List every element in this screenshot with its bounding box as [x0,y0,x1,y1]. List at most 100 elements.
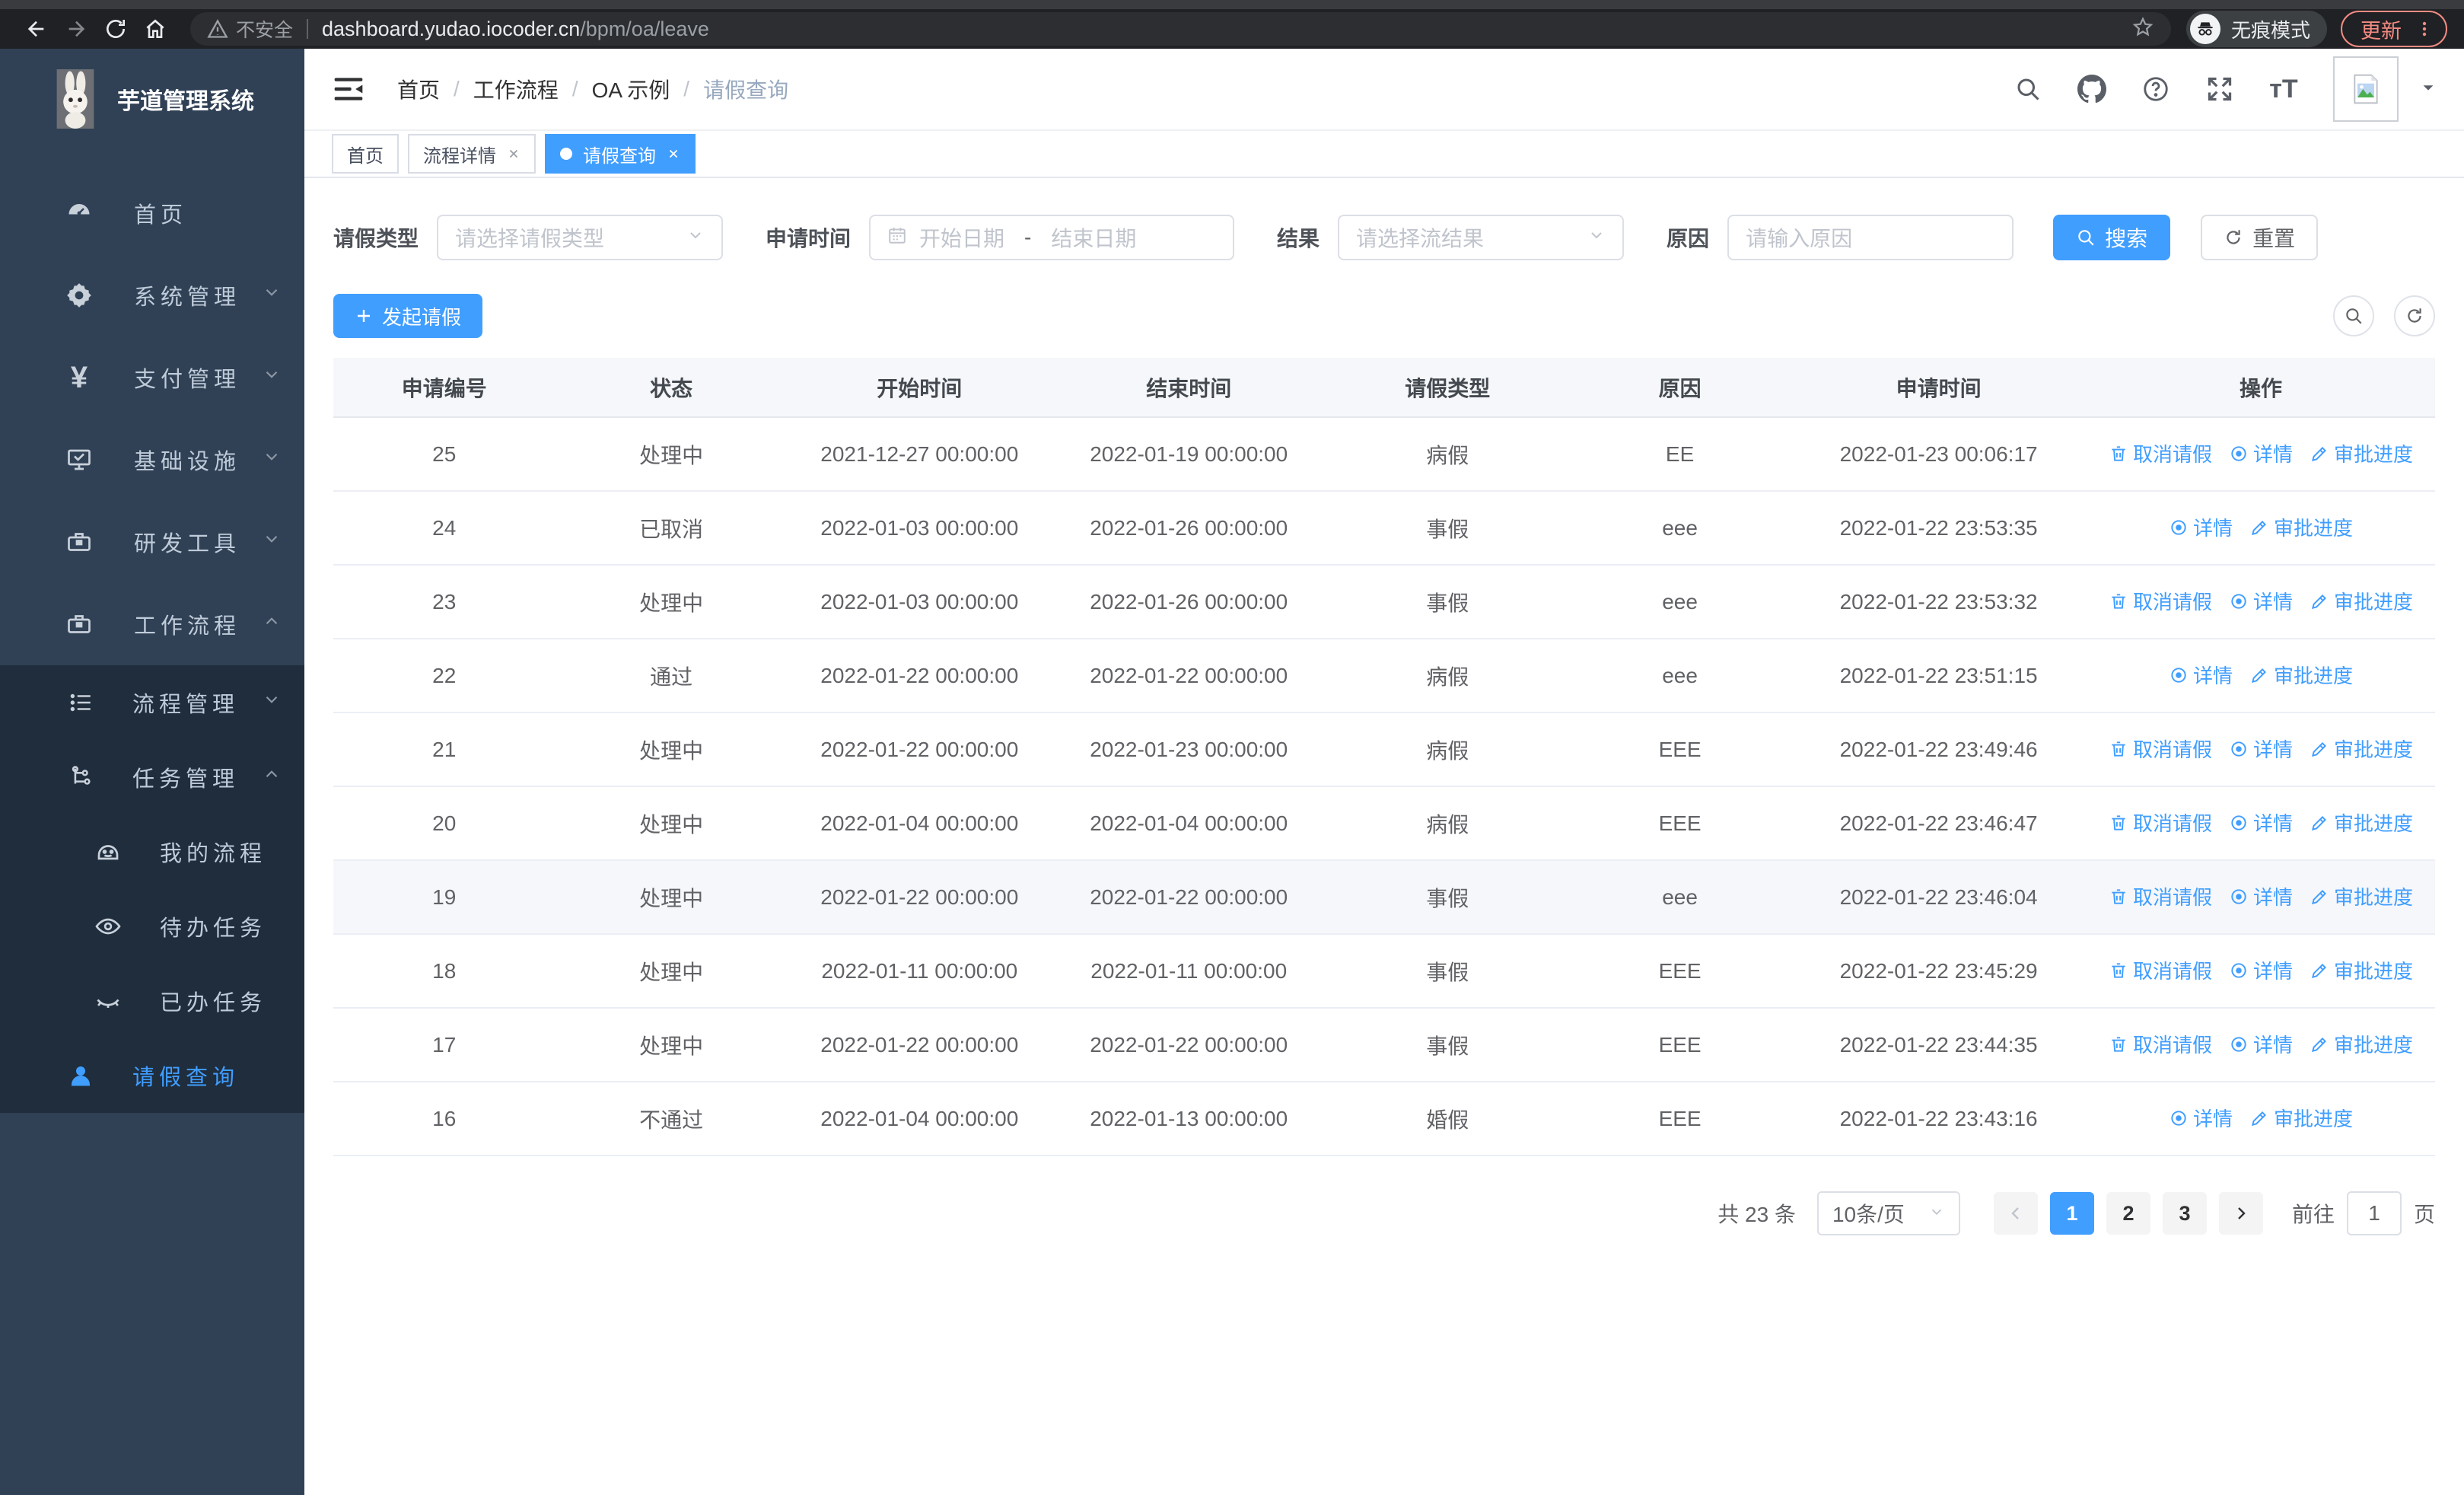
table-row[interactable]: 19 处理中 2022-01-22 00:00:00 2022-01-22 00:00… [333,860,2435,935]
table-row[interactable]: 17 处理中 2022-01-22 00:00:00 2022-01-22 00:00… [333,1008,2435,1082]
action-progress-link[interactable]: 审批进度 [2310,808,2413,837]
action-cancel-link[interactable]: 取消请假 [2109,439,2212,467]
sidebar-item-workflow[interactable]: 工作流程 [0,583,304,665]
cell-actions: 详情 审批进度 [2086,639,2435,713]
url-bar[interactable]: 不安全 dashboard.yudao.iocoder.cn/bpm/oa/le… [190,12,2171,46]
table-row[interactable]: 25 处理中 2021-12-27 00:00:00 2022-01-19 00:00… [333,417,2435,492]
action-progress-link[interactable]: 审批进度 [2310,735,2413,763]
sidebar-item-leave-query[interactable]: 请假查询 [0,1038,304,1113]
next-page-button[interactable] [2218,1192,2263,1235]
chevron-down-icon [262,365,282,390]
search-button[interactable]: 搜索 [2053,215,2171,260]
page-button-3[interactable]: 3 [2162,1192,2207,1235]
sidebar-item-dev-tools[interactable]: 研发工具 [0,501,304,583]
action-progress-link[interactable]: 审批进度 [2249,661,2353,689]
action-progress-link[interactable]: 审批进度 [2310,587,2413,615]
action-detail-link[interactable]: 详情 [2229,1030,2293,1058]
action-progress-link[interactable]: 审批进度 [2310,882,2413,910]
table-row[interactable]: 16 不通过 2022-01-04 00:00:00 2022-01-13 00:00… [333,1082,2435,1156]
monitor-icon [62,443,96,477]
table-row[interactable]: 20 处理中 2022-01-04 00:00:00 2022-01-04 00:00… [333,786,2435,861]
plus-icon [358,310,370,322]
browser-update-button[interactable]: 更新 [2341,11,2447,47]
font-size-icon[interactable]: тT [2269,75,2298,104]
calendar-icon [887,225,907,250]
avatar[interactable] [2333,56,2399,122]
sidebar-item-system-management[interactable]: 系统管理 [0,254,304,336]
action-detail-link[interactable]: 详情 [2229,882,2293,910]
action-cancel-link[interactable]: 取消请假 [2109,735,2212,763]
toggle-search-button[interactable] [2333,295,2374,336]
action-progress-link[interactable]: 审批进度 [2310,1030,2413,1058]
apply-time-range-picker[interactable]: 开始日期 - 结束日期 [869,215,1235,260]
bookmark-star-icon[interactable] [2131,16,2154,43]
action-detail-link[interactable]: 详情 [2229,808,2293,837]
fullscreen-icon[interactable] [2205,75,2234,104]
table-row[interactable]: 22 通过 2022-01-22 00:00:00 2022-01-22 00:00:… [333,639,2435,713]
browser-home-button[interactable] [135,12,175,46]
github-icon[interactable] [2077,75,2106,104]
action-detail-link[interactable]: 详情 [2169,1104,2233,1132]
action-progress-link[interactable]: 审批进度 [2310,439,2413,467]
action-detail-link[interactable]: 详情 [2169,513,2233,541]
breadcrumb-workflow[interactable]: 工作流程 [473,74,559,104]
action-detail-link[interactable]: 详情 [2229,956,2293,984]
breadcrumb-home[interactable]: 首页 [397,74,440,104]
refresh-table-button[interactable] [2394,295,2435,336]
pagination: 共 23 条 10条/页 1 2 3 前往 1 页 [333,1191,2435,1235]
tab-home[interactable]: 首页 [332,134,399,174]
create-leave-button[interactable]: 发起请假 [333,294,483,338]
sidebar-item-done-tasks[interactable]: 已办任务 [0,964,304,1038]
action-cancel-link[interactable]: 取消请假 [2109,882,2212,910]
reason-input[interactable]: 请输入原因 [1727,215,2014,260]
close-icon[interactable] [667,147,680,161]
tab-process-detail[interactable]: 流程详情 [408,134,536,174]
action-detail-link[interactable]: 详情 [2229,735,2293,763]
action-progress-link[interactable]: 审批进度 [2249,1104,2353,1132]
action-cancel-link[interactable]: 取消请假 [2109,956,2212,984]
sidebar-item-process-management[interactable]: 流程管理 [0,665,304,740]
page-button-2[interactable]: 2 [2106,1192,2150,1235]
leave-type-select[interactable]: 请选择请假类型 [437,215,724,260]
action-detail-link[interactable]: 详情 [2229,439,2293,467]
col-leave-type: 请假类型 [1326,358,1569,418]
tab-leave-query[interactable]: 请假查询 [545,134,696,174]
action-detail-link[interactable]: 详情 [2169,661,2233,689]
sidebar-item-my-process[interactable]: 我的流程 [0,814,304,889]
chevron-down-icon[interactable] [2420,79,2437,100]
url-host: dashboard.yudao.iocoder.cn [322,17,581,40]
browser-reload-button[interactable] [96,12,135,46]
table-row[interactable]: 21 处理中 2022-01-22 00:00:00 2022-01-23 00:00… [333,712,2435,787]
browser-menu-dots-icon[interactable] [2415,20,2434,38]
close-icon[interactable] [507,147,520,161]
table-row[interactable]: 24 已取消 2022-01-03 00:00:00 2022-01-26 00:00… [333,491,2435,566]
goto-page-input[interactable]: 1 [2346,1191,2402,1235]
sidebar-item-todo-tasks[interactable]: 待办任务 [0,889,304,964]
sidebar-item-task-management[interactable]: 任务管理 [0,740,304,814]
reset-button[interactable]: 重置 [2201,215,2319,260]
action-cancel-link[interactable]: 取消请假 [2109,587,2212,615]
cell-applied: 2022-01-22 23:49:46 [1791,712,2087,787]
cell-end: 2022-01-23 00:00:00 [1051,712,1326,787]
sidebar-item-payment-management[interactable]: ¥ 支付管理 [0,336,304,419]
sidebar-collapse-icon[interactable] [332,72,365,106]
breadcrumb-oa-example[interactable]: OA 示例 [592,74,670,104]
page-size-select[interactable]: 10条/页 [1816,1191,1960,1235]
help-icon[interactable] [2141,75,2170,104]
search-icon[interactable] [2014,75,2042,104]
action-cancel-link[interactable]: 取消请假 [2109,1030,2212,1058]
action-cancel-link[interactable]: 取消请假 [2109,808,2212,837]
result-select[interactable]: 请选择流结果 [1338,215,1625,260]
action-progress-link[interactable]: 审批进度 [2310,956,2413,984]
page-button-1[interactable]: 1 [2049,1192,2094,1235]
browser-forward-button[interactable] [56,12,96,46]
sidebar-item-home[interactable]: 首页 [0,172,304,254]
action-detail-link[interactable]: 详情 [2229,587,2293,615]
table-row[interactable]: 23 处理中 2022-01-03 00:00:00 2022-01-26 00:00… [333,565,2435,639]
action-progress-link[interactable]: 审批进度 [2249,513,2353,541]
view-icon [2231,594,2246,609]
sidebar-item-infrastructure[interactable]: 基础设施 [0,419,304,501]
table-row[interactable]: 18 处理中 2022-01-11 00:00:00 2022-01-11 00:00… [333,934,2435,1009]
browser-back-button[interactable] [17,12,56,46]
prev-page-button[interactable] [1993,1192,2038,1235]
